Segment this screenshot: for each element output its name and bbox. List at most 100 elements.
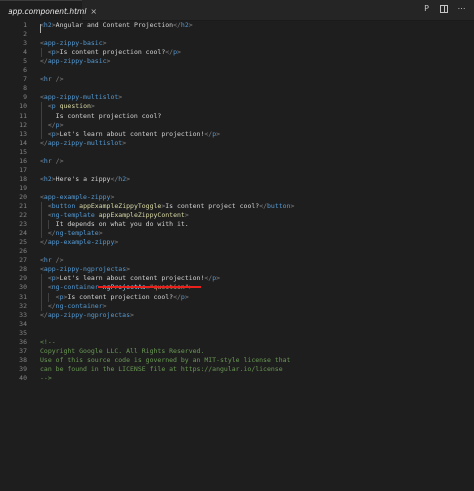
code-line[interactable]: 3 <app-zippy-basic> bbox=[0, 39, 474, 48]
code-text: </app-zippy-basic> bbox=[40, 57, 110, 66]
code-line[interactable]: 17 bbox=[0, 166, 474, 175]
code-token: </ bbox=[40, 138, 48, 147]
code-line[interactable]: 10 <p question> bbox=[0, 102, 474, 111]
code-line[interactable]: 25 </app-example-zippy> bbox=[0, 238, 474, 247]
code-line[interactable]: 15 bbox=[0, 148, 474, 157]
code-line[interactable]: 5 </app-zippy-basic> bbox=[0, 57, 474, 66]
line-number: 32 bbox=[19, 301, 27, 310]
code-token: can be found in the LICENSE file at http… bbox=[40, 364, 283, 373]
line-number: 7 bbox=[23, 75, 27, 84]
code-line[interactable]: 32 </ng-container> bbox=[0, 302, 474, 311]
code-line[interactable]: 19 bbox=[0, 184, 474, 193]
code-line[interactable]: 30 <ng-container ngProjectAs="question"> bbox=[0, 283, 474, 292]
line-number: 22 bbox=[19, 211, 27, 220]
code-token: > bbox=[106, 57, 111, 66]
code-line[interactable]: 2 bbox=[0, 30, 474, 39]
line-number: 36 bbox=[19, 337, 27, 346]
code-line[interactable]: 22 <ng-template appExampleZippyContent> bbox=[0, 211, 474, 220]
code-line[interactable]: 29 <p>Let's learn about content projecti… bbox=[0, 274, 474, 283]
line-number: 9 bbox=[23, 93, 27, 102]
indent-guide bbox=[41, 202, 42, 239]
code-line[interactable]: 39 can be found in the LICENSE file at ht… bbox=[0, 365, 474, 374]
tab-app-component-html[interactable]: app.component.html × bbox=[0, 0, 97, 21]
code-text: Copyright Google LLC. All Rights Reserve… bbox=[40, 347, 204, 356]
code-text: Is content projection cool? bbox=[40, 111, 162, 121]
code-token: app-example-zippy bbox=[47, 238, 115, 247]
tab-bar: app.component.html × P ⋯ bbox=[0, 0, 474, 21]
code-token: > bbox=[177, 48, 181, 57]
line-number: 4 bbox=[23, 48, 27, 57]
line-number: 19 bbox=[19, 183, 27, 192]
code-token: </ bbox=[173, 21, 181, 29]
more-actions-icon[interactable]: ⋯ bbox=[457, 4, 466, 14]
code-token: Use of this source code is governed by a… bbox=[40, 355, 291, 364]
code-token: > bbox=[90, 102, 95, 111]
code-text: <app-zippy-multislot> bbox=[40, 93, 122, 102]
code-token: Is content project cool? bbox=[165, 202, 260, 210]
code-token: /> bbox=[55, 256, 64, 265]
code-line[interactable]: 35 bbox=[0, 329, 474, 338]
code-line[interactable]: 13 <p>Let's learn about content projecti… bbox=[0, 130, 474, 139]
code-line[interactable]: 23 It depends on what you do with it. bbox=[0, 220, 474, 229]
code-editor[interactable]: 1 <h2>Angular and Content Projection</h2>… bbox=[0, 21, 474, 491]
close-icon[interactable]: × bbox=[90, 7, 97, 16]
line-number: 35 bbox=[19, 328, 27, 337]
code-token: </ bbox=[47, 301, 56, 310]
code-line[interactable]: 37 Copyright Google LLC. All Rights Reser… bbox=[0, 347, 474, 356]
code-line[interactable]: 28 <app-zippy-ngprojectas> bbox=[0, 265, 474, 274]
code-line[interactable]: 24 </ng-template> bbox=[0, 229, 474, 238]
code-token: > bbox=[130, 310, 134, 319]
code-token: </ bbox=[165, 48, 174, 57]
code-line[interactable]: 8 bbox=[0, 84, 474, 93]
code-text: Use of this source code is governed by a… bbox=[40, 356, 290, 365]
indent-guide bbox=[48, 292, 49, 302]
code-line[interactable]: 11 Is content projection cool? bbox=[0, 112, 474, 121]
code-token: hr bbox=[43, 256, 52, 265]
code-line[interactable]: 38 Use of this source code is governed by… bbox=[0, 356, 474, 365]
code-line[interactable]: 40 --> bbox=[0, 374, 474, 383]
code-line[interactable]: 21 <button appExampleZippyToggle>Is cont… bbox=[0, 202, 474, 211]
code-token: > bbox=[102, 39, 107, 48]
code-token: app-zippy-ngprojectas bbox=[43, 265, 127, 274]
split-editor-icon[interactable] bbox=[440, 5, 448, 13]
code-line[interactable]: 14 </app-zippy-multislot> bbox=[0, 139, 474, 148]
code-line[interactable]: 6 bbox=[0, 66, 474, 75]
code-line[interactable]: 31 <p>Is content projection cool?</p> bbox=[0, 293, 474, 302]
code-text: </ng-template> bbox=[40, 229, 103, 238]
open-preview-icon[interactable]: P bbox=[422, 4, 431, 14]
line-number: 18 bbox=[19, 174, 27, 183]
code-line[interactable]: 9 <app-zippy-multislot> bbox=[0, 93, 474, 102]
code-line[interactable]: 12 </p> bbox=[0, 121, 474, 130]
code-token: Let's learn about content projection! bbox=[59, 129, 205, 138]
editor-actions: P ⋯ bbox=[422, 4, 466, 14]
code-line[interactable]: 16 <hr /> bbox=[0, 157, 474, 166]
code-token: Is content projection cool? bbox=[40, 111, 162, 120]
code-token: question bbox=[59, 102, 91, 111]
code-text: It depends on what you do with it. bbox=[40, 220, 189, 229]
code-line[interactable]: 36 <!-- bbox=[0, 338, 474, 347]
code-line[interactable]: 7 <hr /> bbox=[0, 75, 474, 84]
code-token: Is content projection cool? bbox=[59, 48, 166, 57]
code-line[interactable]: 26 bbox=[0, 247, 474, 256]
code-token: </ bbox=[259, 202, 268, 210]
code-token: appExampleZippyToggle bbox=[79, 202, 162, 210]
code-line[interactable]: 1 <h2>Angular and Content Projection</h2> bbox=[0, 21, 474, 30]
code-token: /> bbox=[55, 156, 64, 165]
code-line[interactable]: 4 <p>Is content projection cool?</p> bbox=[0, 48, 474, 57]
code-token: ng-container bbox=[55, 301, 103, 310]
line-number: 28 bbox=[19, 265, 27, 274]
code-text: </app-zippy-ngprojectas> bbox=[40, 311, 134, 320]
code-line[interactable]: 34 bbox=[0, 320, 474, 329]
line-number: 17 bbox=[19, 165, 27, 174]
line-number: 31 bbox=[19, 292, 27, 301]
code-token: > bbox=[184, 292, 189, 301]
code-text: </app-example-zippy> bbox=[40, 238, 118, 247]
code-text: <app-zippy-basic> bbox=[40, 39, 107, 48]
code-line[interactable]: 18 <h2>Here's a zippy</h2> bbox=[0, 175, 474, 184]
code-line[interactable]: 20 <app-example-zippy> bbox=[0, 193, 474, 202]
code-text: <h2>Here's a zippy</h2> bbox=[40, 175, 130, 184]
code-line[interactable]: 27 <hr /> bbox=[0, 256, 474, 265]
code-line[interactable]: 33 </app-zippy-ngprojectas> bbox=[0, 311, 474, 320]
line-number: 20 bbox=[19, 192, 27, 201]
code-token: hr bbox=[43, 75, 52, 84]
